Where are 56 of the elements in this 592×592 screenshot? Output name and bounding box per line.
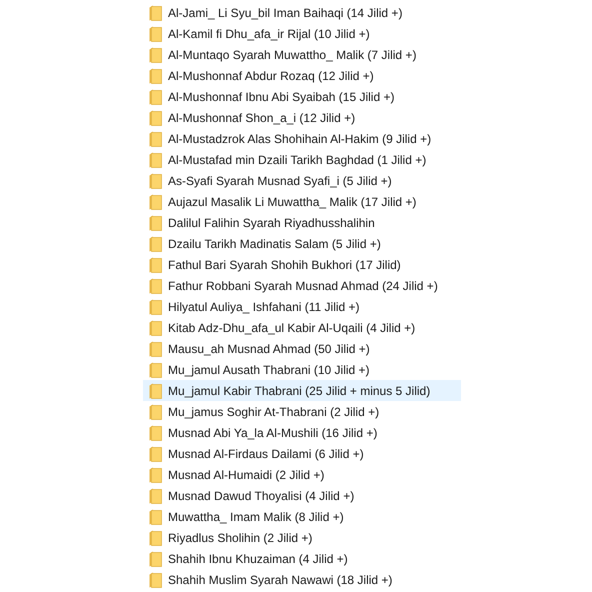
folder-icon bbox=[149, 340, 162, 356]
folder-item[interactable]: Aujazul Masalik Li Muwattha_ Malik (17 Jilid +) bbox=[143, 191, 461, 212]
folder-icon bbox=[149, 508, 162, 524]
folder-icon bbox=[149, 530, 162, 546]
folder-icon bbox=[149, 382, 162, 398]
folder-icon bbox=[149, 298, 162, 314]
folder-item[interactable]: Dzailu Tarikh Madinatis Salam (5 Jilid +) bbox=[143, 233, 461, 254]
folder-item[interactable]: Al-Muntaqo Syarah Muwattho_ Malik (7 Jilid +) bbox=[143, 44, 461, 65]
folder-icon bbox=[149, 110, 162, 126]
folder-icon bbox=[149, 256, 162, 272]
folder-icon bbox=[149, 362, 162, 378]
folder-item[interactable]: Mausu_ah Musnad Ahmad (50 Jilid +) bbox=[143, 338, 461, 359]
folder-icon bbox=[149, 130, 162, 146]
folder-icon bbox=[149, 320, 162, 336]
folder-icon bbox=[149, 46, 162, 62]
folder-item[interactable]: Musnad Al-Firdaus Dailami (6 Jilid +) bbox=[143, 443, 461, 464]
folder-item[interactable]: Al-Mushonnaf Shon_a_i (12 Jilid +) bbox=[143, 107, 461, 128]
folder-item[interactable]: Mu_jamul Ausath Thabrani (10 Jilid +) bbox=[143, 359, 461, 380]
folder-item[interactable]: Muwattha_ Imam Malik (8 Jilid +) bbox=[143, 506, 461, 527]
folder-icon bbox=[149, 88, 162, 104]
folder-item[interactable]: Fathul Bari Syarah Shohih Bukhori (17 Jilid) bbox=[143, 254, 461, 275]
folder-icon bbox=[149, 572, 162, 588]
folder-item[interactable]: Mu_jamul Kabir Thabrani (25 Jilid + minus 5 Jilid) bbox=[143, 380, 461, 401]
folder-icon bbox=[149, 194, 162, 210]
folder-item[interactable]: Hilyatul Auliya_ Ishfahani (11 Jilid +) bbox=[143, 296, 461, 317]
folder-item[interactable]: Al-Kamil fi Dhu_afa_ir Rijal (10 Jilid +) bbox=[143, 23, 461, 44]
folder-icon bbox=[149, 466, 162, 482]
folder-icon bbox=[149, 424, 162, 440]
folder-item[interactable]: Al-Mustafad min Dzaili Tarikh Baghdad (1 Jilid +) bbox=[143, 149, 461, 170]
folder-icon bbox=[149, 278, 162, 294]
folder-icon bbox=[149, 446, 162, 462]
folder-icon bbox=[149, 26, 162, 42]
folder-icon bbox=[149, 172, 162, 188]
folder-icon bbox=[149, 214, 162, 230]
folder-item[interactable]: Musnad Al-Humaidi (2 Jilid +) bbox=[143, 464, 461, 485]
folder-item[interactable]: Fathur Robbani Syarah Musnad Ahmad (24 Jilid +) bbox=[143, 275, 461, 296]
folder-item[interactable]: Musnad Abi Ya_la Al-Mushili (16 Jilid +) bbox=[143, 422, 461, 443]
folder-icon bbox=[149, 152, 162, 168]
folder-item[interactable]: Shahih Ibnu Khuzaiman (4 Jilid +) bbox=[143, 548, 461, 569]
folder-item[interactable]: Musnad Dawud Thoyalisi (4 Jilid +) bbox=[143, 485, 461, 506]
folder-icon bbox=[149, 550, 162, 566]
folder-item[interactable]: Al-Jami_ Li Syu_bil Iman Baihaqi (14 Jilid +) bbox=[143, 2, 461, 23]
folder-item[interactable]: Al-Mushonnaf Abdur Rozaq (12 Jilid +) bbox=[143, 65, 461, 86]
folder-item[interactable]: Kitab Adz-Dhu_afa_ul Kabir Al-Uqaili (4 Jilid +) bbox=[143, 317, 461, 338]
folder-icon bbox=[149, 4, 162, 20]
folder-icon bbox=[149, 404, 162, 420]
folder-icon bbox=[149, 236, 162, 252]
folder-item[interactable]: Riyadlus Sholihin (2 Jilid +) bbox=[143, 527, 461, 548]
folder-item[interactable]: As-Syafi Syarah Musnad Syafi_i (5 Jilid +) bbox=[143, 170, 461, 191]
folder-item[interactable]: Shahih Muslim Syarah Nawawi (18 Jilid +) bbox=[143, 569, 461, 590]
folder-item[interactable]: Dalilul Falihin Syarah Riyadhusshalihin bbox=[143, 212, 461, 233]
folder-item[interactable]: Al-Mustadzrok Alas Shohihain Al-Hakim (9 Jilid +) bbox=[143, 128, 461, 149]
folder-icon bbox=[149, 68, 162, 84]
folder-item[interactable]: Al-Mushonnaf Ibnu Abi Syaibah (15 Jilid +) bbox=[143, 86, 461, 107]
folder-item[interactable]: Mu_jamus Soghir At-Thabrani (2 Jilid +) bbox=[143, 401, 461, 422]
folder-icon bbox=[149, 488, 162, 504]
